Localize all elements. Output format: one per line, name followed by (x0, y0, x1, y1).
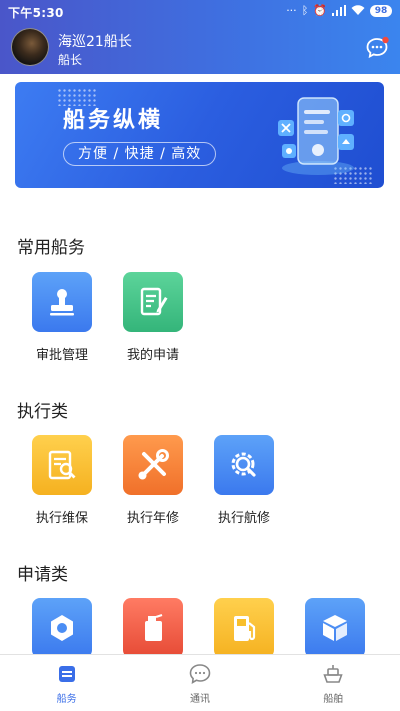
gear-search-icon (214, 435, 274, 495)
tile-execute-maintenance[interactable]: 执行维保 (24, 435, 100, 526)
document-edit-icon (123, 272, 183, 332)
nut-icon (32, 598, 92, 658)
chat-icon (189, 664, 211, 684)
fuel-pump-icon (214, 598, 274, 658)
avatar[interactable] (11, 28, 49, 66)
tools-icon (123, 435, 183, 495)
tile-label: 执行航修 (217, 511, 270, 526)
tile-label: 执行维保 (35, 511, 88, 526)
tile-my-applications[interactable]: 我的申请 (115, 272, 191, 363)
section-title-common: 常用船务 (17, 238, 85, 258)
phone-illustration-icon (278, 97, 354, 175)
wifi-icon (351, 5, 365, 15)
tab-label: 通讯 (189, 694, 210, 705)
app-header: 下午5:30 ··· ᛒ ⏰ 98 海巡21船长 船长 (0, 0, 400, 74)
banner-title: 船务纵横 (63, 108, 164, 133)
status-icons: ··· ᛒ ⏰ 98 (286, 4, 392, 17)
user-role: 船长 (58, 53, 83, 67)
signal-icon (332, 5, 346, 16)
tab-ship[interactable]: 船舶 (267, 655, 400, 711)
ship-icon (323, 665, 343, 683)
box-icon (305, 598, 365, 658)
status-bar: 下午5:30 ··· ᛒ ⏰ 98 (0, 0, 400, 24)
tab-communication[interactable]: 通讯 (133, 655, 266, 711)
tab-label: 船务 (56, 694, 77, 705)
tile-execute-voyage-repair[interactable]: 执行航修 (206, 435, 282, 526)
tile-execute-annual-repair[interactable]: 执行年修 (115, 435, 191, 526)
tab-ship-affairs[interactable]: 船务 (0, 655, 133, 711)
ship-affairs-icon (58, 666, 75, 682)
more-dots-icon: ··· (286, 4, 297, 17)
banner-subtitle: 方便 / 快捷 / 高效 (63, 142, 217, 166)
tile-approval-management[interactable]: 审批管理 (24, 272, 100, 363)
promo-banner[interactable]: 船务纵横 方便 / 快捷 / 高效 (15, 82, 384, 188)
inspection-doc-icon (32, 435, 92, 495)
section-title-execution: 执行类 (17, 402, 68, 422)
tile-label: 我的申请 (126, 348, 179, 363)
bottom-tab-bar: 船务 通讯 船舶 (0, 654, 400, 711)
alarm-icon: ⏰ (313, 4, 327, 17)
tile-label: 执行年修 (126, 511, 179, 526)
section-title-application: 申请类 (17, 565, 68, 585)
user-name: 海巡21船长 (58, 34, 132, 50)
message-icon[interactable] (365, 36, 389, 60)
bluetooth-icon: ᛒ (301, 4, 309, 17)
tab-label: 船舶 (323, 694, 344, 705)
stamp-icon (32, 272, 92, 332)
tile-label: 审批管理 (35, 348, 88, 363)
oil-can-icon (123, 598, 183, 658)
battery-indicator: 98 (370, 4, 392, 17)
status-time: 下午5:30 (8, 6, 64, 20)
